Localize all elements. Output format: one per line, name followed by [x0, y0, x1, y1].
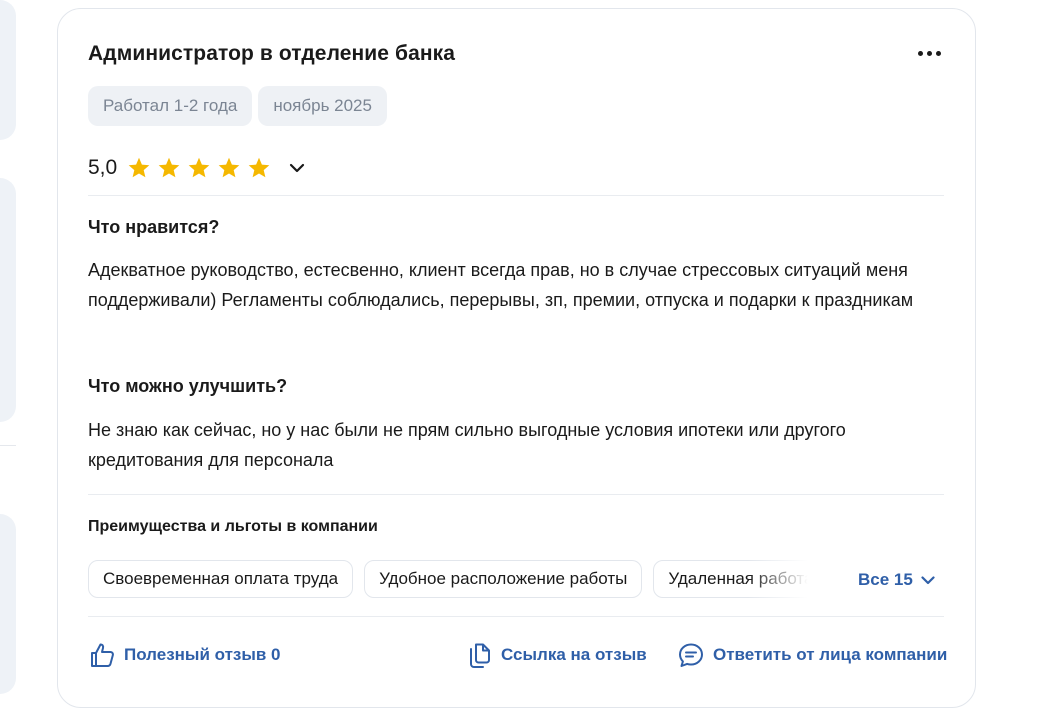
show-all-benefits-button[interactable]: Все 15	[858, 570, 935, 590]
review-title: Администратор в отделение банка	[88, 42, 456, 65]
rating-details-toggle[interactable]	[283, 154, 311, 182]
review-link-button[interactable]: Ссылка на отзыв	[467, 641, 647, 669]
star-icon	[128, 157, 150, 178]
tag-experience: Работал 1-2 года	[88, 86, 253, 126]
left-panel-decor	[0, 178, 16, 422]
reply-as-company-button[interactable]: Ответить от лица компании	[677, 641, 947, 669]
tag-date: ноябрь 2025	[258, 86, 387, 126]
divider	[88, 195, 944, 196]
show-all-label: Все 15	[858, 570, 913, 589]
rating-value: 5,0	[88, 156, 118, 179]
more-dots-icon	[935, 50, 941, 56]
pros-heading: Что нравится?	[88, 217, 220, 237]
chevron-down-icon	[921, 575, 935, 584]
chat-bubble-icon	[679, 643, 703, 667]
star-icon	[158, 157, 180, 178]
chevron-down-icon	[290, 163, 305, 173]
review-tags: Работал 1-2 года ноябрь 2025	[88, 86, 387, 126]
rating-row: 5,0	[88, 154, 311, 182]
benefits-chips: Своевременная оплата труда Удобное распо…	[88, 560, 814, 600]
star-icon	[188, 157, 210, 178]
divider	[88, 494, 944, 495]
star-rating	[127, 156, 271, 180]
divider	[88, 616, 944, 617]
left-panel-decor	[0, 514, 16, 694]
star-icon	[248, 157, 270, 178]
more-dots-icon	[917, 50, 923, 56]
helpful-review-button[interactable]: Полезный отзыв 0	[88, 641, 281, 669]
more-options-button[interactable]	[914, 45, 944, 61]
copy-link-icon	[470, 643, 490, 668]
left-panel-decor	[0, 0, 16, 140]
more-dots-icon	[926, 50, 932, 56]
reply-as-company-label: Ответить от лица компании	[713, 645, 948, 664]
helpful-review-label: Полезный отзыв 0	[124, 645, 281, 664]
pros-text: Адекватное руководство, естесвенно, клие…	[88, 260, 914, 310]
benefits-heading: Преимущества и льготы в компании	[88, 518, 378, 535]
review-card: Администратор в отделение банка Работал …	[57, 8, 976, 708]
benefit-chip[interactable]: Удаленная работа	[653, 560, 814, 598]
thumbs-up-icon	[91, 643, 114, 667]
star-icon	[218, 157, 240, 178]
review-link-label: Ссылка на отзыв	[501, 645, 647, 664]
left-divider	[0, 445, 16, 446]
cons-text: Не знаю как сейчас, но у нас были не пря…	[88, 420, 846, 470]
benefit-chip[interactable]: Удобное расположение работы	[364, 560, 643, 598]
benefit-chip[interactable]: Своевременная оплата труда	[88, 560, 354, 598]
cons-heading: Что можно улучшить?	[88, 376, 288, 396]
